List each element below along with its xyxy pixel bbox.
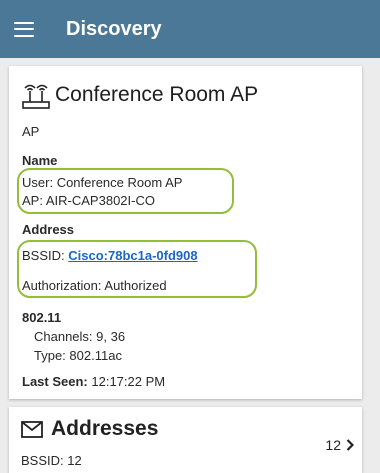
page-title: Discovery	[66, 17, 162, 40]
bssid-row: BSSID: Cisco:78bc1a-0fd908	[22, 248, 198, 263]
addresses-header: Addresses	[21, 417, 158, 441]
wifi-heading: 802.11	[22, 310, 62, 325]
access-point-icon	[22, 84, 50, 109]
channels-label: Channels:	[34, 329, 93, 344]
channels-value: 9, 36	[96, 329, 126, 344]
app-bar: Discovery	[0, 0, 380, 58]
last-seen-value: 12:17:22 PM	[91, 374, 166, 389]
wifi-type-row: Type: 802.11ac	[34, 348, 122, 363]
authorization-label: Authorization:	[22, 278, 102, 293]
type-value: 802.11ac	[69, 348, 122, 363]
addresses-title: Addresses	[51, 417, 159, 440]
hamburger-menu-icon[interactable]	[14, 21, 34, 37]
name-heading: Name	[22, 153, 58, 168]
bssid-link[interactable]: Cisco:78bc1a-0fd908	[68, 248, 197, 263]
ap-label: AP:	[22, 193, 43, 208]
user-value: Conference Room AP	[56, 175, 183, 190]
addresses-count-value: 12	[325, 437, 341, 453]
addresses-count[interactable]: 12	[325, 437, 354, 453]
ap-value: AIR-CAP3802I-CO	[45, 193, 155, 208]
addresses-card[interactable]: Addresses BSSID: 12 12	[9, 407, 362, 473]
ap-model-row: AP: AIR-CAP3802I-CO	[22, 193, 155, 208]
mail-icon	[21, 420, 43, 438]
device-type: AP	[22, 124, 40, 139]
device-header: Conference Room AP	[21, 80, 258, 110]
device-title: Conference Room AP	[55, 83, 259, 106]
last-seen-row: Last Seen: 12:17:22 PM	[22, 374, 165, 389]
address-heading: Address	[22, 222, 75, 237]
chevron-right-icon	[346, 439, 354, 451]
addresses-subtitle: BSSID: 12	[21, 453, 82, 468]
user-label: User:	[22, 175, 54, 190]
type-label: Type:	[34, 348, 66, 363]
last-seen-label: Last Seen:	[22, 374, 88, 389]
channels-row: Channels: 9, 36	[34, 329, 125, 344]
user-name-row: User: Conference Room AP	[22, 175, 182, 190]
bssid-label: BSSID:	[22, 248, 65, 263]
device-detail-card: Conference Room AP AP Name User: Confere…	[9, 66, 362, 399]
authorization-row: Authorization: Authorized	[22, 278, 167, 293]
authorization-value: Authorized	[104, 278, 167, 293]
